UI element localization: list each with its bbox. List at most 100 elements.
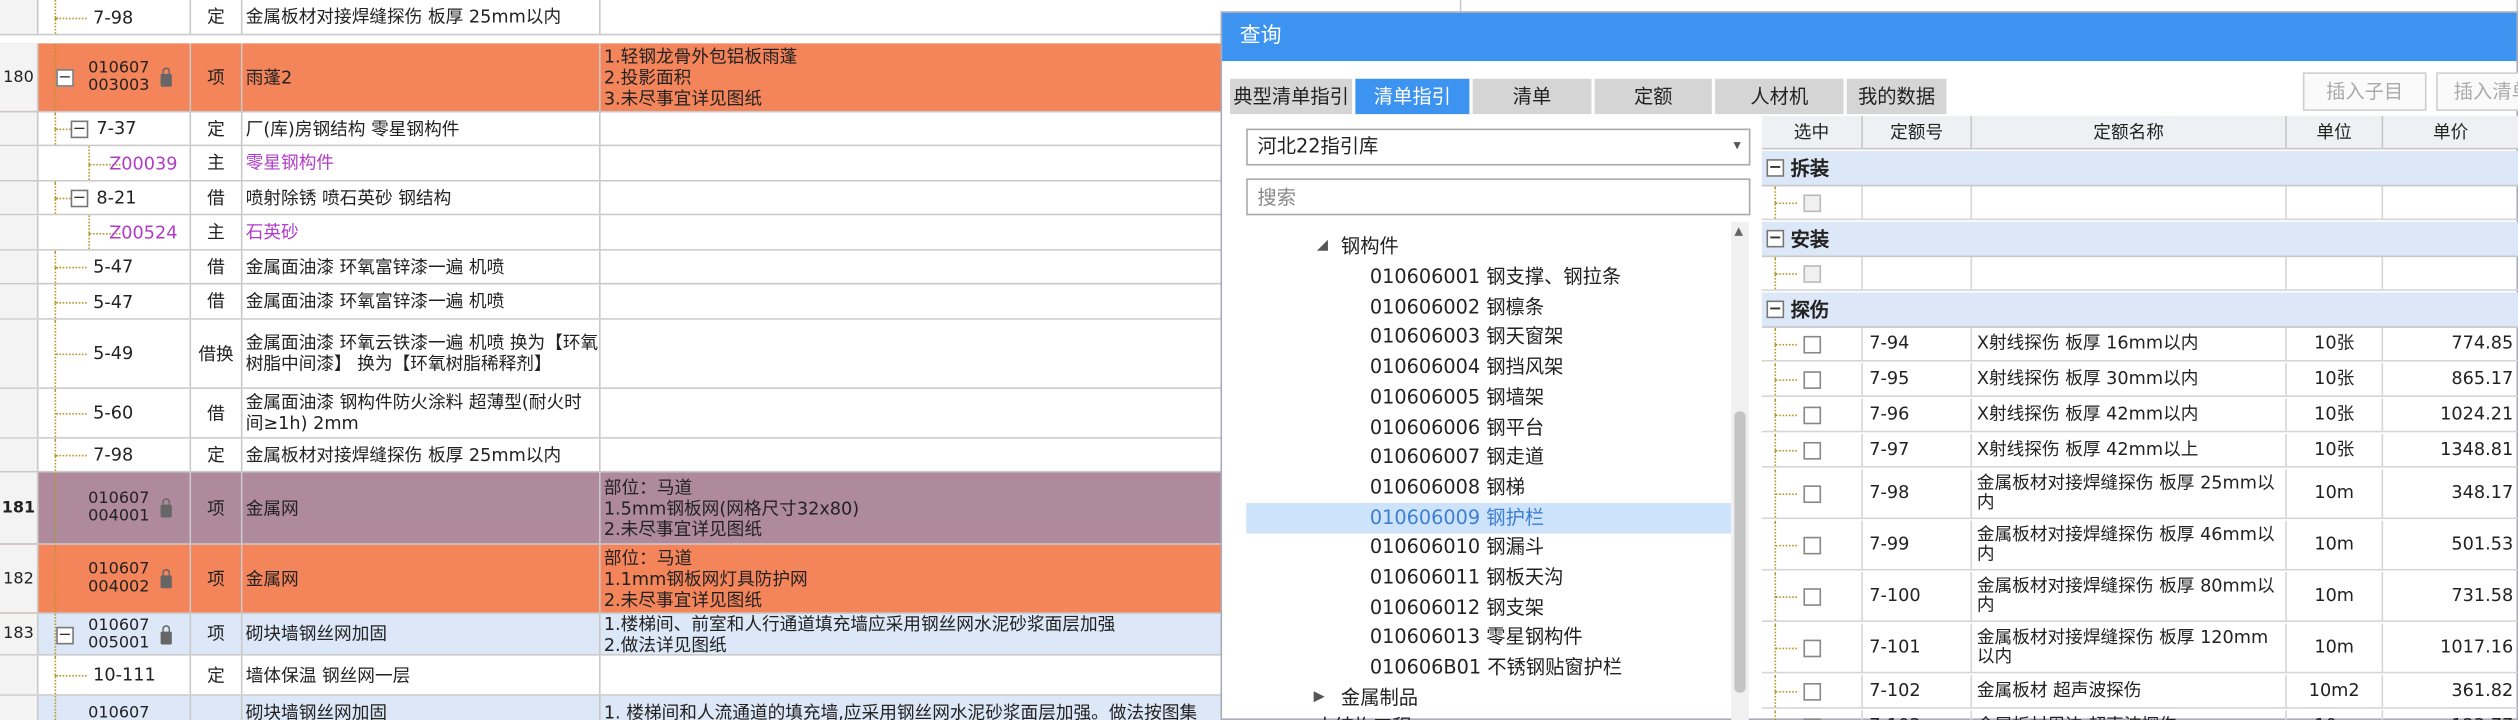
group-row[interactable]: − 拆装 bbox=[1761, 151, 2518, 187]
tab-0[interactable]: 典型清单指引 bbox=[1230, 78, 1354, 115]
tree-item[interactable]: 010606004 钢挡风架 bbox=[1246, 352, 1731, 383]
tree-group-node[interactable]: ◢ 钢构件 bbox=[1246, 231, 1731, 262]
quota-row[interactable] bbox=[1761, 186, 2518, 221]
select-checkbox[interactable] bbox=[1802, 638, 1821, 657]
collapse-icon[interactable]: − bbox=[70, 189, 89, 208]
quota-row[interactable]: 7-94 X射线探伤 板厚 16mm以内 10张 774.85 bbox=[1761, 327, 2518, 362]
collapse-icon[interactable]: − bbox=[1766, 300, 1785, 319]
select-checkbox[interactable] bbox=[1802, 587, 1821, 606]
select-cell[interactable] bbox=[1762, 433, 1863, 467]
collapse-icon[interactable]: − bbox=[1766, 229, 1785, 248]
type-cell bbox=[191, 695, 243, 720]
select-cell[interactable] bbox=[1762, 363, 1863, 396]
select-cell[interactable] bbox=[1762, 327, 1863, 360]
select-cell[interactable] bbox=[1762, 186, 1863, 219]
tree-item[interactable]: 010606006 钢平台 bbox=[1246, 412, 1731, 443]
select-cell[interactable] bbox=[1762, 674, 1863, 708]
select-cell[interactable] bbox=[1762, 257, 1863, 290]
quota-row[interactable]: 7-96 X射线探伤 板厚 42mm以内 10张 1024.21 bbox=[1761, 398, 2518, 433]
tree-item[interactable]: 010606011 钢板天沟 bbox=[1246, 562, 1731, 593]
group-row[interactable]: − 探伤 bbox=[1761, 292, 2518, 328]
select-checkbox[interactable] bbox=[1802, 484, 1821, 503]
tree-item[interactable]: 010606B01 不锈钢贴窗护栏 bbox=[1246, 653, 1731, 684]
select-checkbox[interactable] bbox=[1802, 193, 1821, 212]
quota-row[interactable]: 7-100 金属板材对接焊缝探伤 板厚 80mm以内 10m 731.58 bbox=[1761, 572, 2518, 622]
name-cell[interactable]: 金属面油漆 环氧富锌漆一遍 机喷 bbox=[242, 250, 601, 283]
quota-row[interactable] bbox=[1761, 257, 2518, 291]
select-checkbox[interactable] bbox=[1802, 535, 1821, 554]
group-row[interactable]: − 安装 bbox=[1761, 221, 2518, 258]
tree-folder-node[interactable]: ▶ 金属制品 bbox=[1246, 683, 1731, 714]
select-cell[interactable] bbox=[1762, 520, 1863, 569]
tab-5[interactable]: 我的数据 bbox=[1846, 78, 1948, 115]
tab-3[interactable]: 定额 bbox=[1594, 78, 1714, 115]
tab-4[interactable]: 人材机 bbox=[1715, 78, 1846, 115]
tab-2[interactable]: 清单 bbox=[1472, 78, 1594, 115]
quota-row[interactable]: 7-97 X射线探伤 板厚 42mm以上 10张 1348.81 bbox=[1761, 433, 2518, 468]
tab-1[interactable]: 清单指引 bbox=[1355, 78, 1472, 115]
name-cell[interactable]: 砌块墙钢丝网加固 bbox=[242, 695, 601, 720]
code-cell: −8-21 bbox=[39, 181, 192, 214]
name-cell[interactable]: 墙体保温 钢丝网一层 bbox=[242, 655, 601, 695]
quota-row[interactable]: 7-95 X射线探伤 板厚 30mm以内 10张 865.17 bbox=[1761, 363, 2518, 397]
select-checkbox[interactable] bbox=[1802, 405, 1821, 424]
name-cell[interactable]: 喷射除锈 喷石英砂 钢结构 bbox=[242, 181, 601, 214]
select-checkbox[interactable] bbox=[1802, 682, 1821, 700]
quota-row[interactable]: 7-101 金属板材对接焊缝探伤 板厚 120mm以内 10m 1017.16 bbox=[1761, 623, 2518, 674]
select-cell[interactable] bbox=[1762, 623, 1863, 672]
select-checkbox[interactable] bbox=[1802, 264, 1821, 283]
quota-row[interactable]: 7-102 金属板材 超声波探伤 10m2 361.82 bbox=[1761, 674, 2518, 709]
name-cell[interactable]: 砌块墙钢丝网加固 bbox=[242, 613, 601, 655]
tree-item[interactable]: 010606005 钢墙架 bbox=[1246, 382, 1731, 413]
tree-item[interactable]: 010606008 钢梯 bbox=[1246, 472, 1731, 503]
collapsed-arrow-icon[interactable]: ▶ bbox=[1288, 712, 1299, 720]
name-cell[interactable]: 零星钢构件 bbox=[242, 146, 601, 180]
select-cell[interactable] bbox=[1762, 572, 1863, 621]
name-cell[interactable]: 金属板材对接焊缝探伤 板厚 25mm以内 bbox=[242, 0, 601, 34]
tree-item[interactable]: 010606013 零星钢构件 bbox=[1246, 623, 1731, 654]
tree-folder-label: 木结构工程 bbox=[1315, 712, 1411, 720]
tree-folder-node[interactable]: ▶ 木结构工程 bbox=[1246, 712, 1731, 720]
tree-item[interactable]: 010606007 钢走道 bbox=[1246, 442, 1731, 473]
tree-item[interactable]: 010606001 钢支撑、钢拉条 bbox=[1246, 262, 1731, 293]
insert-list-button[interactable]: 插入清单 bbox=[2436, 72, 2518, 111]
collapse-icon[interactable]: − bbox=[56, 69, 74, 87]
collapse-icon[interactable]: − bbox=[1766, 159, 1785, 177]
select-checkbox[interactable] bbox=[1802, 335, 1821, 353]
code-cell bbox=[1863, 257, 1973, 290]
scroll-up-icon[interactable]: ▲ bbox=[1734, 225, 1743, 238]
select-cell[interactable] bbox=[1762, 710, 1863, 720]
quota-row[interactable]: 7-103金属板材周边 超声波探伤10m123.77 bbox=[1762, 710, 2518, 720]
tree-scrollbar[interactable]: ▲ bbox=[1731, 221, 1749, 720]
tree-item[interactable]: 010606010 钢漏斗 bbox=[1246, 532, 1731, 563]
select-checkbox[interactable] bbox=[1802, 441, 1821, 459]
collapse-icon[interactable]: − bbox=[56, 625, 74, 644]
tree-item[interactable]: 010606009 钢护栏 bbox=[1246, 502, 1732, 533]
collapsed-arrow-icon[interactable]: ▶ bbox=[1314, 683, 1325, 714]
name-cell[interactable]: 金属面油漆 环氧富锌漆一遍 机喷 bbox=[242, 284, 601, 319]
name-cell[interactable]: 石英砂 bbox=[242, 215, 601, 250]
tree-item[interactable]: 010606002 钢檩条 bbox=[1246, 292, 1731, 323]
library-select[interactable]: 河北22指引库 bbox=[1246, 128, 1751, 166]
name-cell[interactable]: 金属面油漆 环氧云铁漆一遍 机喷 换为【环氧树脂中间漆】 换为【环氧树脂稀释剂】 bbox=[242, 319, 601, 388]
select-cell[interactable] bbox=[1762, 469, 1863, 518]
quota-row[interactable]: 7-98 金属板材对接焊缝探伤 板厚 25mm以内 10m 348.17 bbox=[1761, 469, 2518, 520]
name-cell[interactable]: 厂(库)房钢结构 零星钢构件 bbox=[242, 112, 601, 145]
scroll-thumb[interactable] bbox=[1734, 411, 1746, 693]
collapse-icon[interactable]: − bbox=[70, 120, 89, 139]
name-cell[interactable]: 金属网 bbox=[242, 472, 601, 544]
name-cell: X射线探伤 板厚 42mm以内 bbox=[1972, 398, 2287, 431]
name-cell[interactable]: 雨蓬2 bbox=[242, 43, 601, 111]
select-checkbox[interactable] bbox=[1802, 370, 1821, 389]
search-input[interactable] bbox=[1246, 178, 1751, 216]
tree-item[interactable]: 010606012 钢支架 bbox=[1246, 593, 1731, 624]
name-cell[interactable]: 金属网 bbox=[242, 544, 601, 613]
expand-arrow-icon[interactable]: ◢ bbox=[1317, 231, 1328, 262]
lock-icon bbox=[160, 498, 172, 518]
select-cell[interactable] bbox=[1762, 398, 1863, 431]
insert-child-button[interactable]: 插入子目 bbox=[2302, 72, 2427, 111]
tree-item[interactable]: 010606003 钢天窗架 bbox=[1246, 322, 1731, 353]
quota-row[interactable]: 7-99 金属板材对接焊缝探伤 板厚 46mm以内 10m 501.53 bbox=[1761, 520, 2518, 571]
name-cell[interactable]: 金属板材对接焊缝探伤 板厚 25mm以内 bbox=[242, 438, 601, 471]
name-cell[interactable]: 金属面油漆 钢构件防火涂料 超薄型(耐火时间≥1h) 2mm bbox=[242, 388, 601, 438]
